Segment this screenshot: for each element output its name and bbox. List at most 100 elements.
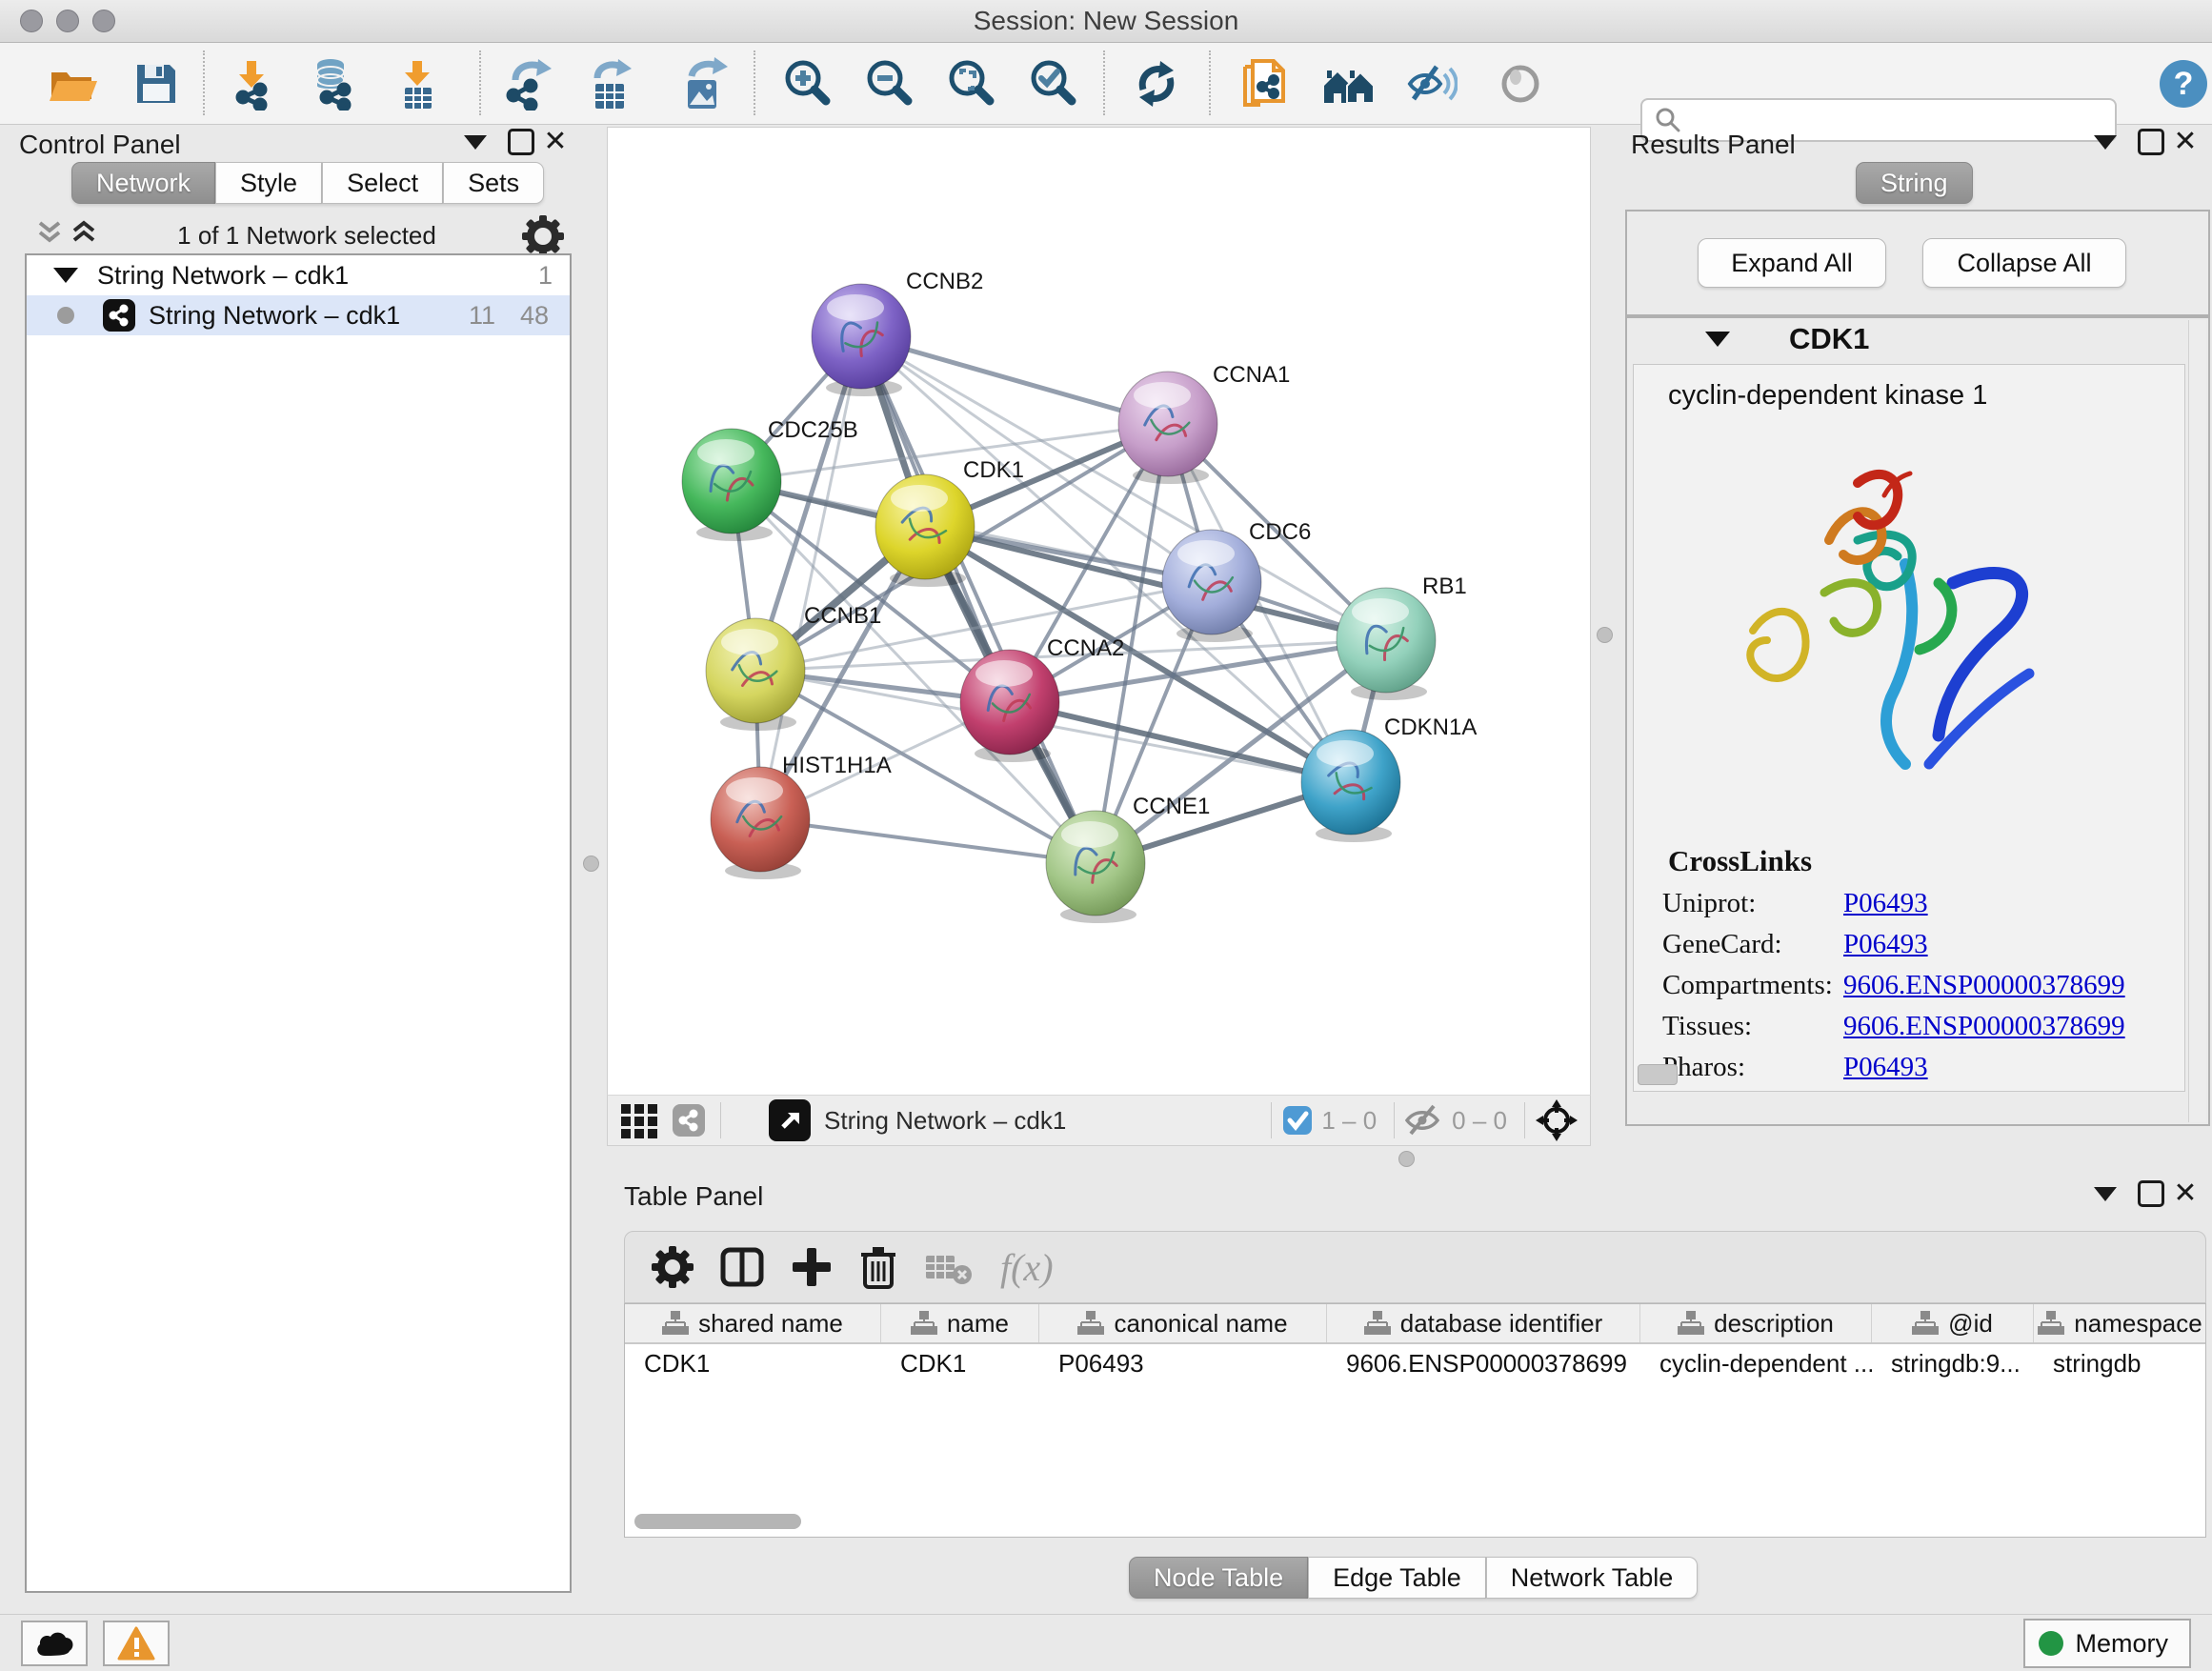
control-panel-float-button[interactable] (505, 126, 537, 158)
share-document-button[interactable] (1237, 56, 1292, 111)
plus-icon (791, 1246, 833, 1288)
node-label: CDC25B (768, 417, 858, 443)
node-CDC6[interactable]: CDC6 (1162, 519, 1311, 642)
horizontal-splitter-handle[interactable] (1398, 1151, 1415, 1167)
import-network-icon (224, 57, 277, 111)
table-cell[interactable]: 9606.ENSP00000378699 (1327, 1344, 1640, 1382)
create-column-button[interactable] (791, 1246, 833, 1288)
zoom-in-button[interactable] (779, 56, 835, 111)
home-button[interactable] (1321, 56, 1377, 111)
show-panel-button[interactable] (1493, 56, 1548, 111)
results-panel-float-button[interactable] (2135, 126, 2167, 158)
table-cell[interactable]: cyclin-dependent ... (1640, 1344, 1872, 1382)
tab-sets[interactable]: Sets (443, 162, 544, 204)
zoom-fit-button[interactable] (943, 56, 998, 111)
table-panel-float-button[interactable] (2135, 1178, 2167, 1210)
string-network-graph[interactable]: CCNB2CCNA1CDC25BCDK1CDC6RB1CCNB1CCNA2CDK… (608, 128, 1588, 1093)
open-in-window-icon[interactable] (769, 1099, 811, 1141)
tab-select[interactable]: Select (322, 162, 443, 204)
export-image-button[interactable] (675, 56, 731, 111)
collapse-all-button[interactable]: Collapse All (1922, 238, 2126, 288)
zoom-selected-button[interactable] (1025, 56, 1080, 111)
export-table-button[interactable] (583, 56, 638, 111)
tab-node-table[interactable]: Node Table (1129, 1557, 1308, 1599)
memory-button[interactable]: Memory (2023, 1619, 2191, 1668)
export-network-button[interactable] (501, 56, 556, 111)
hidden-eye-slash-icon[interactable] (1404, 1103, 1444, 1137)
table-row[interactable]: CDK1CDK1P064939606.ENSP00000378699cyclin… (625, 1344, 2205, 1382)
window-title: Session: New Session (0, 0, 2212, 42)
vertical-splitter-handle[interactable] (1597, 627, 1613, 643)
refresh-button[interactable] (1129, 56, 1184, 111)
node-label: RB1 (1422, 574, 1467, 599)
tab-network-table[interactable]: Network Table (1486, 1557, 1699, 1599)
collapse-arrow-icon[interactable] (53, 268, 78, 283)
results-panel-close-button[interactable]: ✕ (2169, 126, 2202, 158)
hide-panels-button[interactable] (1403, 56, 1458, 111)
edge-CCNB2-HIST1H1A[interactable] (760, 336, 861, 819)
open-file-button[interactable] (45, 56, 100, 111)
protein-section-header[interactable]: CDK1 (1627, 318, 2208, 360)
cloud-button[interactable] (21, 1621, 88, 1666)
table-cell[interactable]: P06493 (1039, 1344, 1327, 1382)
column-header-namespace[interactable]: namespace (2034, 1304, 2206, 1342)
tab-network[interactable]: Network (71, 162, 215, 204)
edge-CCNB2-CCNE1[interactable] (861, 336, 1096, 863)
function-builder-button-disabled: f(x) (1000, 1245, 1054, 1290)
column-header-canonical-name[interactable]: canonical name (1039, 1304, 1327, 1342)
tab-edge-table[interactable]: Edge Table (1308, 1557, 1486, 1599)
node-CCNB2[interactable]: CCNB2 (812, 269, 983, 396)
node-HIST1H1A[interactable]: HIST1H1A (711, 753, 892, 879)
help-button[interactable]: ? (2156, 56, 2211, 111)
import-network-button[interactable] (223, 56, 278, 111)
node-RB1[interactable]: RB1 (1337, 574, 1467, 700)
results-hscrollbar-thumb[interactable] (1638, 1064, 1678, 1085)
crosslink-link[interactable]: 9606.ENSP00000378699 (1843, 970, 2125, 1001)
table-cell[interactable]: stringdb (2034, 1344, 2206, 1382)
show-columns-button[interactable] (720, 1246, 764, 1288)
results-panel-menu-button[interactable] (2089, 126, 2122, 158)
save-session-button[interactable] (129, 56, 184, 111)
crosslink-link[interactable]: P06493 (1843, 1052, 1928, 1083)
table-panel-close-button[interactable]: ✕ (2169, 1178, 2202, 1210)
selected-checkbox-icon[interactable] (1281, 1104, 1314, 1137)
table-cell[interactable]: CDK1 (625, 1344, 881, 1382)
control-panel-menu-button[interactable] (459, 126, 492, 158)
crosslink-link[interactable]: P06493 (1843, 888, 1928, 919)
expand-all-button[interactable]: Expand All (1698, 238, 1886, 288)
results-vscrollbar-track[interactable] (2188, 320, 2206, 1122)
control-panel-close-button[interactable]: ✕ (539, 126, 572, 158)
column-header-shared-name[interactable]: shared name (625, 1304, 881, 1342)
table-hscrollbar-thumb[interactable] (634, 1514, 801, 1529)
network-collection-row[interactable]: String Network – cdk1 1 (27, 255, 570, 295)
import-network-from-database-button[interactable] (305, 56, 360, 111)
network-share-icon[interactable] (673, 1104, 705, 1137)
import-table-button[interactable] (391, 56, 446, 111)
delete-column-button[interactable] (859, 1245, 897, 1289)
vertical-splitter-handle[interactable] (583, 856, 599, 872)
gear-icon[interactable] (522, 215, 564, 257)
table-cell[interactable]: CDK1 (881, 1344, 1039, 1382)
zoom-out-button[interactable] (861, 56, 916, 111)
crosslink-link[interactable]: 9606.ENSP00000378699 (1843, 1011, 2125, 1042)
network-row-selected[interactable]: String Network – cdk1 11 48 (27, 295, 570, 335)
warnings-button[interactable] (103, 1621, 170, 1666)
column-header-name[interactable]: name (881, 1304, 1039, 1342)
edge-CCNA2-CDKN1A[interactable] (1010, 702, 1351, 782)
tab-style[interactable]: Style (215, 162, 322, 204)
section-collapse-arrow-icon[interactable] (1705, 332, 1730, 347)
birds-eye-view-icon[interactable] (1535, 1098, 1579, 1142)
edge-HIST1H1A-CCNE1[interactable] (760, 819, 1096, 863)
column-header-at-id[interactable]: @id (1872, 1304, 2034, 1342)
grid-view-icon[interactable] (619, 1100, 659, 1140)
collapse-expand-icons[interactable] (34, 217, 101, 252)
node-CCNA1[interactable]: CCNA1 (1118, 362, 1290, 484)
network-canvas[interactable]: CCNB2CCNA1CDC25BCDK1CDC6RB1CCNB1CCNA2CDK… (607, 127, 1591, 1096)
table-panel-menu-button[interactable] (2089, 1178, 2122, 1210)
column-header-description[interactable]: description (1640, 1304, 1872, 1342)
table-cell[interactable]: stringdb:9... (1872, 1344, 2034, 1382)
crosslink-link[interactable]: P06493 (1843, 929, 1928, 960)
tab-string[interactable]: String (1856, 162, 1973, 204)
table-settings-button[interactable] (652, 1246, 694, 1288)
column-header-database-identifier[interactable]: database identifier (1327, 1304, 1640, 1342)
